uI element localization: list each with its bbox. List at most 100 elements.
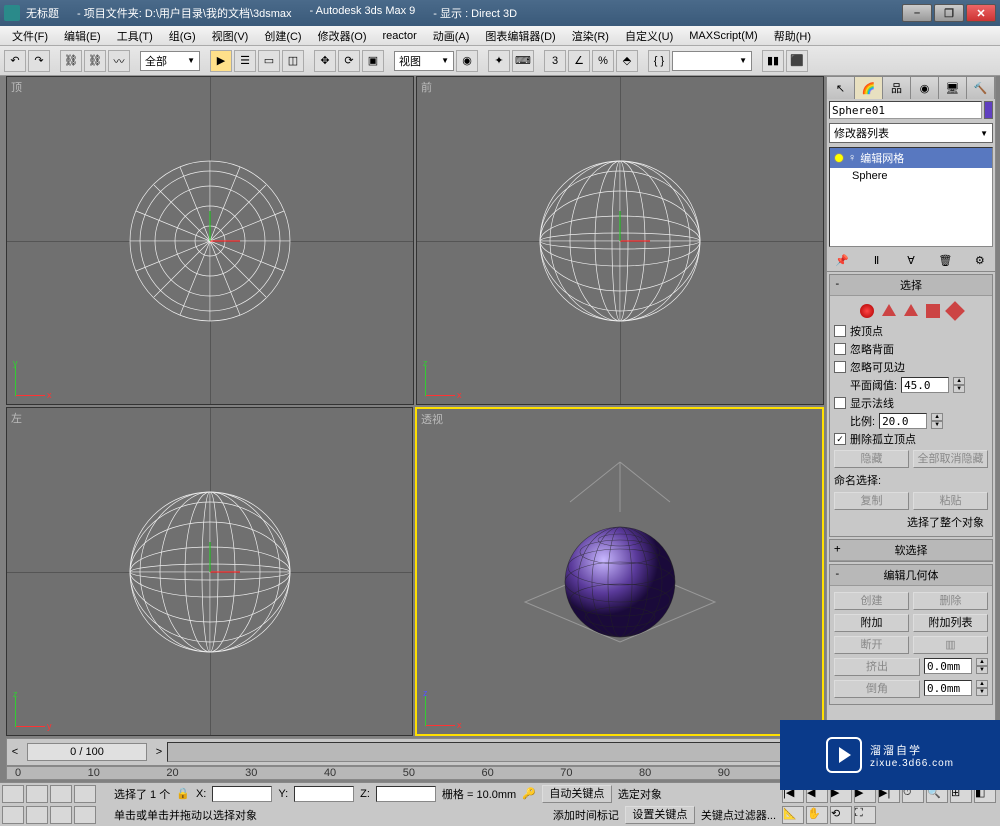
- unlink-button[interactable]: ⛓: [84, 50, 106, 72]
- align-button[interactable]: ⬛: [786, 50, 808, 72]
- stack-sphere[interactable]: Sphere: [830, 168, 992, 184]
- set-key-button[interactable]: 设置关键点: [625, 806, 695, 824]
- extrude-button[interactable]: 挤出: [834, 658, 920, 676]
- extrude-spinner[interactable]: 0.0mm: [924, 658, 972, 674]
- sb-btn-8[interactable]: [74, 806, 96, 824]
- auto-key-button[interactable]: 自动关键点: [542, 785, 612, 803]
- curve-editor-button[interactable]: [26, 785, 48, 803]
- menu-file[interactable]: 文件(F): [4, 26, 56, 46]
- planar-threshold-spinner[interactable]: 45.0: [901, 377, 949, 393]
- select-region-button[interactable]: ▭: [258, 50, 280, 72]
- bind-spacewarp-button[interactable]: 〰: [108, 50, 130, 72]
- configure-sets-icon[interactable]: ⚙: [971, 251, 989, 269]
- time-slider[interactable]: 0 / 100: [27, 743, 147, 761]
- maximize-button[interactable]: ❐: [934, 4, 964, 22]
- utilities-tab[interactable]: 🔨: [967, 77, 995, 99]
- time-track[interactable]: [167, 742, 823, 762]
- by-vertex-checkbox[interactable]: [834, 325, 846, 337]
- add-time-tag[interactable]: 添加时间标记: [553, 807, 619, 823]
- object-color-swatch[interactable]: [984, 101, 993, 119]
- detach-opts-button[interactable]: ▥: [913, 636, 988, 654]
- menu-tools[interactable]: 工具(T): [109, 26, 161, 46]
- z-coord-field[interactable]: [376, 786, 436, 802]
- menu-views[interactable]: 视图(V): [204, 26, 257, 46]
- menu-maxscript[interactable]: MAXScript(M): [681, 28, 765, 44]
- menu-modifiers[interactable]: 修改器(O): [310, 26, 375, 46]
- spinner-snap-button[interactable]: ⬘: [616, 50, 638, 72]
- menu-reactor[interactable]: reactor: [375, 28, 425, 44]
- ignore-vis-edges-checkbox[interactable]: [834, 361, 846, 373]
- menu-render[interactable]: 渲染(R): [564, 26, 617, 46]
- show-end-result-icon[interactable]: Ⅱ: [868, 251, 886, 269]
- hide-button[interactable]: 隐藏: [834, 450, 909, 468]
- viewport-left[interactable]: 左 yz: [6, 407, 413, 736]
- sb-btn-7[interactable]: [50, 806, 72, 824]
- menu-graph[interactable]: 图表编辑器(D): [477, 26, 563, 46]
- face-level-icon[interactable]: [904, 304, 918, 316]
- sb-btn-5[interactable]: [2, 806, 24, 824]
- menu-edit[interactable]: 编辑(E): [56, 26, 109, 46]
- select-manipulate-button[interactable]: ✦: [488, 50, 510, 72]
- named-selection-button[interactable]: { }: [648, 50, 670, 72]
- maximize-viewport-button[interactable]: ⛶: [854, 806, 876, 824]
- remove-modifier-icon[interactable]: 🗑: [936, 251, 954, 269]
- modify-tab[interactable]: 🌈: [855, 77, 883, 99]
- key-filters-button[interactable]: 关键点过滤器...: [701, 807, 776, 823]
- prev-key-button[interactable]: <: [7, 746, 23, 758]
- use-pivot-button[interactable]: ◉: [456, 50, 478, 72]
- delete-geo-button[interactable]: 删除: [913, 592, 988, 610]
- viewport-front[interactable]: 前 xz: [416, 76, 824, 405]
- next-key-button[interactable]: >: [151, 746, 167, 758]
- vertex-level-icon[interactable]: [860, 304, 874, 318]
- spinner-arrows[interactable]: ▲▼: [931, 413, 943, 429]
- show-normals-checkbox[interactable]: [834, 397, 846, 409]
- detach-button[interactable]: 断开: [834, 636, 909, 654]
- rotate-button[interactable]: ⟳: [338, 50, 360, 72]
- chamfer-spinner[interactable]: 0.0mm: [924, 680, 972, 696]
- select-by-name-button[interactable]: ☰: [234, 50, 256, 72]
- selection-filter-dropdown[interactable]: 全部: [140, 51, 200, 71]
- unhide-all-button[interactable]: 全部取消隐藏: [913, 450, 988, 468]
- menu-help[interactable]: 帮助(H): [766, 26, 819, 46]
- menu-group[interactable]: 组(G): [161, 26, 204, 46]
- motion-tab[interactable]: ◉: [911, 77, 939, 99]
- minimize-button[interactable]: –: [902, 4, 932, 22]
- attach-button[interactable]: 附加: [834, 614, 909, 632]
- chamfer-button[interactable]: 倒角: [834, 680, 920, 698]
- display-tab[interactable]: 🖥: [939, 77, 967, 99]
- attach-list-button[interactable]: 附加列表: [913, 614, 988, 632]
- polygon-level-icon[interactable]: [926, 304, 940, 318]
- move-button[interactable]: ✥: [314, 50, 336, 72]
- menu-animation[interactable]: 动画(A): [425, 26, 478, 46]
- pan-button[interactable]: ✋: [806, 806, 828, 824]
- element-level-icon[interactable]: [945, 301, 965, 321]
- key-icon[interactable]: 🔑: [522, 787, 536, 800]
- paste-button[interactable]: 粘贴: [913, 492, 988, 510]
- delete-isolated-checkbox[interactable]: ✓: [834, 433, 846, 445]
- viewport-perspective[interactable]: 透视 xz: [415, 407, 824, 736]
- x-coord-field[interactable]: [212, 786, 272, 802]
- create-geo-button[interactable]: 创建: [834, 592, 909, 610]
- percent-snap-button[interactable]: %: [592, 50, 614, 72]
- rollout-selection-header[interactable]: -选择: [830, 275, 992, 296]
- fov-button[interactable]: 📐: [782, 806, 804, 824]
- undo-button[interactable]: ↶: [4, 50, 26, 72]
- copy-button[interactable]: 复制: [834, 492, 909, 510]
- lightbulb-icon[interactable]: [834, 153, 844, 163]
- sb-btn-4[interactable]: [74, 785, 96, 803]
- angle-snap-button[interactable]: ∠: [568, 50, 590, 72]
- lock-icon[interactable]: 🔒: [176, 787, 190, 800]
- make-unique-icon[interactable]: ∀: [902, 251, 920, 269]
- y-coord-field[interactable]: [294, 786, 354, 802]
- dope-sheet-button[interactable]: [50, 785, 72, 803]
- mirror-button[interactable]: ▮▮: [762, 50, 784, 72]
- track-bar-button[interactable]: [2, 785, 24, 803]
- ignore-backfacing-checkbox[interactable]: [834, 343, 846, 355]
- menu-create[interactable]: 创建(C): [256, 26, 309, 46]
- keyboard-shortcut-button[interactable]: ⌨: [512, 50, 534, 72]
- stack-edit-mesh[interactable]: ♀编辑网格: [830, 148, 992, 168]
- viewport-top[interactable]: 顶 xy: [6, 76, 414, 405]
- named-selection-dropdown[interactable]: [672, 51, 752, 71]
- pin-stack-icon[interactable]: 📌: [833, 251, 851, 269]
- window-crossing-button[interactable]: ◫: [282, 50, 304, 72]
